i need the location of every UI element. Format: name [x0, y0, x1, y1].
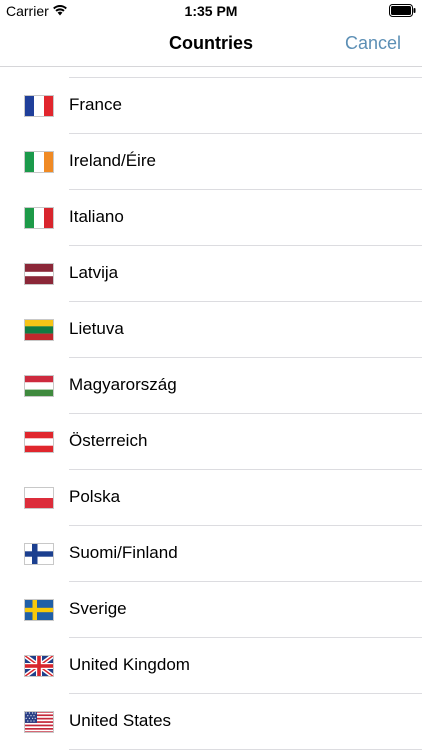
list-item-poland[interactable]: Polska: [0, 470, 422, 526]
list-item-label: United States: [69, 711, 172, 730]
us-flag-icon: [24, 711, 54, 733]
list-item-france[interactable]: France: [0, 78, 422, 134]
list-item-latvia[interactable]: Latvija: [0, 246, 422, 302]
clock-label: 1:35 PM: [184, 3, 238, 19]
country-list[interactable]: France Ireland/Éire Italiano Latvija Lie: [0, 67, 422, 750]
austria-flag-icon: [24, 431, 54, 453]
ireland-flag-icon: [24, 151, 54, 173]
list-item-finland[interactable]: Suomi/Finland: [0, 526, 422, 582]
status-bar: Carrier 1:35 PM: [0, 0, 422, 22]
list-item-label: Suomi/Finland: [69, 543, 178, 562]
italy-flag-icon: [24, 207, 54, 229]
list-item-lithuania[interactable]: Lietuva: [0, 302, 422, 358]
latvia-flag-icon: [24, 263, 54, 285]
list-item-label: Ireland/Éire: [69, 151, 156, 170]
france-flag-icon: [24, 95, 54, 117]
list-item-label: Italiano: [69, 207, 124, 226]
list-item-label: Österreich: [69, 431, 148, 450]
battery-icon: [389, 4, 416, 17]
list-item-label: United Kingdom: [69, 655, 190, 674]
hungary-flag-icon: [24, 375, 54, 397]
list-item-label: Latvija: [69, 263, 119, 282]
list-item-label: Lietuva: [69, 319, 124, 338]
finland-flag-icon: [24, 543, 54, 565]
list-item-ireland[interactable]: Ireland/Éire: [0, 134, 422, 190]
list-item-label: France: [69, 95, 122, 114]
navigation-bar: Countries Cancel: [0, 22, 422, 67]
list-item-austria[interactable]: Österreich: [0, 414, 422, 470]
list-item-hungary[interactable]: Magyarország: [0, 358, 422, 414]
cancel-button[interactable]: Cancel: [345, 33, 401, 54]
sweden-flag-icon: [24, 599, 54, 621]
uk-flag-icon: [24, 655, 54, 677]
poland-flag-icon: [24, 487, 54, 509]
list-item-united-kingdom[interactable]: United Kingdom: [0, 638, 422, 694]
list-item-label: Polska: [69, 487, 121, 506]
list-item-united-states[interactable]: United States: [0, 694, 422, 750]
list-item-italy[interactable]: Italiano: [0, 190, 422, 246]
list-item-label: Sverige: [69, 599, 127, 618]
list-item-label: Magyarország: [69, 375, 177, 394]
lithuania-flag-icon: [24, 319, 54, 341]
list-item-sweden[interactable]: Sverige: [0, 582, 422, 638]
